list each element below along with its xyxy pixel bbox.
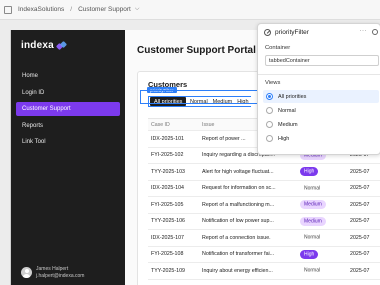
search-icon[interactable] [372, 29, 378, 35]
table-row[interactable]: FYI-2025-105 Report of a malfunctioning m… [148, 197, 380, 214]
sidebar-item-reports[interactable]: Reports [16, 119, 120, 133]
issue-cell: Report of a malfunctioning m... [202, 201, 275, 208]
priority-cell: Normal [300, 185, 350, 191]
avatar [21, 267, 32, 278]
date-cell: 2025-07 [350, 185, 370, 192]
logo-text: indexa [21, 40, 54, 51]
user-profile[interactable]: James Halpert j.halpert@indexa.com [21, 266, 84, 279]
tab-all-priorities[interactable]: All priorities [150, 97, 187, 106]
radio-icon[interactable] [266, 121, 273, 128]
issue-cell: Report of a connection issue. [202, 234, 271, 241]
sidebar-item-login-id[interactable]: Login ID [16, 86, 120, 100]
sidebar-item-home[interactable]: Home [16, 69, 120, 83]
panel-title[interactable]: priorityFilter [275, 29, 309, 36]
container-label: Container [265, 45, 291, 51]
view-option-label: All priorities [278, 93, 307, 100]
issue-cell: Inquiry about energy efficien... [202, 267, 273, 274]
priority-badge: Medium [300, 200, 326, 210]
case-id-cell: TYY-2025-109 [151, 267, 185, 274]
tab-high[interactable]: High [235, 97, 251, 106]
date-cell: 2025-07 [350, 218, 370, 225]
radio-selected-icon[interactable] [266, 93, 273, 100]
view-option-label: High [278, 135, 290, 142]
container-field[interactable]: tabbedContainer [265, 55, 379, 66]
sidebar: indexa Home Login ID Customer Support Re… [11, 30, 125, 285]
case-id-cell: FYI-2025-105 [151, 201, 184, 208]
chevron-down-icon[interactable]: ⌵ [135, 6, 140, 13]
view-option-normal[interactable]: Normal [263, 104, 379, 117]
priority-badge: Normal [304, 185, 321, 192]
priority-cell: Normal [300, 268, 350, 274]
component-icon [264, 28, 271, 36]
view-option-label: Medium [278, 121, 298, 128]
priority-cell: Medium [300, 216, 350, 226]
sidebar-item-customer-support[interactable]: Customer Support [16, 102, 120, 116]
date-cell: 2025-07 [350, 168, 370, 175]
date-cell: 2025-07 [350, 267, 370, 274]
breadcrumb-workspace[interactable]: IndexaSolutions [18, 6, 64, 13]
priority-cell: Medium [300, 200, 350, 210]
page-title: Customer Support Portal [137, 45, 256, 56]
priority-badge: Medium [300, 216, 326, 226]
issue-cell: Request for information on sc... [202, 185, 276, 192]
table-row[interactable]: IDX-2025-107 Report of a connection issue… [148, 230, 380, 247]
case-id-cell: IDX-2025-104 [151, 185, 184, 192]
issue-cell: Notification of low power sup... [202, 218, 274, 225]
panel-divider [258, 74, 380, 75]
app-icon [4, 5, 12, 14]
logo-icon [55, 40, 67, 50]
case-id-cell: TYY-2025-103 [151, 168, 185, 175]
table-row[interactable]: TYY-2025-106 Notification of low power su… [148, 214, 380, 230]
tab-normal[interactable]: Normal [187, 97, 210, 106]
priority-cell: High [300, 249, 350, 259]
property-panel: priorityFilter ··· Container tabbedConta… [257, 23, 380, 155]
date-cell: 2025-07 [350, 201, 370, 208]
table-row[interactable]: TYY-2025-103 Alert for high voltage fluct… [148, 164, 380, 181]
view-option-label: Normal [278, 107, 296, 114]
view-option-all-priorities[interactable]: All priorities [263, 90, 379, 103]
date-cell: 2025-07 [350, 251, 370, 258]
table-row[interactable]: IDX-2025-104 Request for information on s… [148, 181, 380, 197]
views-label: Views [265, 80, 281, 86]
priority-cell: Normal [300, 235, 350, 241]
views-radio-group: All priorities Normal Medium High [263, 90, 379, 146]
radio-icon[interactable] [266, 135, 273, 142]
tab-medium[interactable]: Medium [210, 97, 235, 106]
breadcrumb-app[interactable]: Customer Support [78, 6, 131, 13]
table-row[interactable]: FYI-2025-108 Notification of transformer … [148, 247, 380, 263]
issue-cell: Notification of transformer fai... [202, 251, 275, 258]
sidebar-nav: Home Login ID Customer Support Reports L… [16, 69, 120, 152]
view-option-high[interactable]: High [263, 132, 379, 145]
priority-badge: Normal [304, 267, 321, 274]
panel-header: priorityFilter ··· [258, 24, 380, 40]
user-email: j.halpert@indexa.com [36, 272, 85, 279]
priority-filter-tabs: All priorities Normal Medium High [148, 96, 252, 107]
radio-icon[interactable] [266, 107, 273, 114]
priority-badge: High [300, 249, 319, 259]
sidebar-item-link-tool[interactable]: Link Tool [16, 135, 120, 149]
logo: indexa [21, 40, 67, 51]
table-row[interactable]: TYY-2025-109 Inquiry about energy efficie… [148, 263, 380, 280]
case-id-cell: FYI-2025-108 [151, 251, 184, 258]
column-header-case-id[interactable]: Case ID [148, 122, 202, 128]
case-id-cell: FYI-2025-102 [151, 152, 184, 159]
priority-badge: Normal [304, 234, 321, 241]
priority-cell: High [300, 167, 350, 177]
case-id-cell: TYY-2025-106 [151, 218, 185, 225]
priority-badge: High [300, 167, 319, 177]
component-name-badge[interactable]: priorityFilter [147, 87, 177, 93]
case-id-cell: IDX-2025-101 [151, 135, 184, 142]
view-option-medium[interactable]: Medium [263, 118, 379, 131]
case-id-cell: IDX-2025-107 [151, 234, 184, 241]
more-options-icon[interactable]: ··· [360, 28, 368, 34]
breadcrumb-bar: IndexaSolutions / Customer Support ⌵ [0, 0, 380, 20]
breadcrumb-separator: / [70, 6, 73, 13]
date-cell: 2025-07 [350, 234, 370, 241]
issue-cell: Alert for high voltage fluctuat... [202, 168, 274, 175]
